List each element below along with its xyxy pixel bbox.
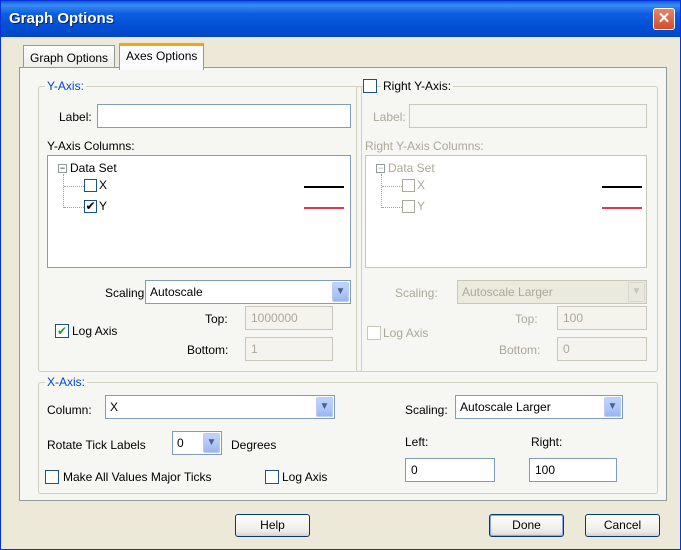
- chevron-down-icon[interactable]: ▼: [628, 282, 645, 302]
- y-axis-log-checkbox[interactable]: ✔: [55, 324, 69, 338]
- y-axis-label-caption: Label:: [59, 110, 92, 124]
- right-y-axis-scaling-caption: Scaling:: [395, 286, 438, 300]
- tree-item-y-checkbox[interactable]: [402, 200, 415, 213]
- tab-axes-options-label: Axes Options: [126, 49, 198, 63]
- tree-item-y-checkbox[interactable]: ✔: [84, 200, 97, 213]
- tree-root-data-set: Data Set: [70, 161, 117, 175]
- y-axis-top-input[interactable]: 1000000: [245, 306, 333, 330]
- y-axis-bottom-caption: Bottom:: [187, 343, 229, 357]
- tree-item-x-label: X: [99, 178, 108, 192]
- right-y-axis-label-caption: Label:: [373, 110, 406, 124]
- done-button[interactable]: Done: [489, 514, 564, 537]
- y-axis-scaling-caption: Scaling:: [105, 286, 148, 300]
- chevron-down-icon[interactable]: ▼: [332, 282, 349, 302]
- close-icon[interactable]: ✕: [653, 8, 675, 30]
- cancel-button[interactable]: Cancel: [585, 514, 660, 537]
- y-axis-scaling-value: Autoscale: [150, 285, 203, 299]
- y-axis-group-title: Y-Axis:: [45, 79, 86, 93]
- tree-item-x-checkbox[interactable]: [402, 179, 415, 192]
- x-axis-rotate-caption: Rotate Tick Labels: [47, 438, 146, 452]
- tab-graph-options[interactable]: Graph Options: [23, 45, 116, 69]
- x-axis-column-value: X: [110, 400, 119, 414]
- right-y-axis-log-checkbox[interactable]: [367, 326, 381, 340]
- right-y-axis-bottom-caption: Bottom:: [499, 343, 541, 357]
- x-axis-degrees-caption: Degrees: [231, 438, 277, 452]
- tree-connector: [381, 174, 382, 208]
- right-y-axis-bottom-input[interactable]: 0: [557, 337, 647, 361]
- right-y-axis-top-input[interactable]: 100: [557, 306, 647, 330]
- x-axis-scaling-dropdown[interactable]: Autoscale Larger ▼: [455, 395, 623, 419]
- tab-axes-options[interactable]: Axes Options: [119, 43, 205, 70]
- y-axis-label-input[interactable]: [97, 104, 351, 128]
- right-y-axis-columns-caption: Right Y-Axis Columns:: [365, 139, 484, 153]
- right-y-axis-group: Right Y-Axis: Label: Right Y-Axis Column…: [356, 79, 658, 372]
- tree-collapse-icon[interactable]: −: [58, 164, 67, 173]
- chevron-down-icon[interactable]: ▼: [203, 433, 220, 453]
- series-y-line-sample: [602, 207, 642, 209]
- series-y-line-sample: [304, 207, 344, 209]
- right-y-axis-group-title: Right Y-Axis:: [381, 79, 454, 93]
- chevron-down-icon[interactable]: ▼: [316, 397, 333, 417]
- tree-collapse-icon[interactable]: −: [376, 164, 385, 173]
- x-axis-major-ticks-label: Make All Values Major Ticks: [63, 470, 212, 484]
- y-axis-log-label: Log Axis: [72, 324, 118, 338]
- axes-options-panel: Y-Axis: Label: Y-Axis Columns: − Data Se…: [19, 67, 667, 501]
- y-axis-scaling-dropdown[interactable]: Autoscale ▼: [145, 280, 351, 304]
- x-axis-scaling-value: Autoscale Larger: [460, 400, 551, 414]
- tree-connector: [63, 174, 64, 208]
- right-y-axis-top-caption: Top:: [515, 312, 538, 326]
- right-y-axis-log-label: Log Axis: [383, 326, 429, 340]
- tree-connector: [64, 207, 84, 208]
- tree-item-y-label: Y: [417, 199, 426, 213]
- series-x-line-sample: [602, 186, 642, 188]
- chevron-down-icon[interactable]: ▼: [604, 397, 621, 417]
- x-axis-left-caption: Left:: [405, 435, 429, 449]
- x-axis-log-label: Log Axis: [282, 470, 328, 484]
- right-y-axis-scaling-value: Autoscale Larger: [462, 285, 553, 299]
- x-axis-column-caption: Column:: [47, 403, 92, 417]
- tree-connector: [64, 186, 84, 187]
- right-y-axis-scaling-dropdown[interactable]: Autoscale Larger ▼: [457, 280, 647, 304]
- window-title: Graph Options: [9, 10, 114, 27]
- x-axis-log-checkbox[interactable]: [265, 470, 279, 484]
- y-axis-columns-caption: Y-Axis Columns:: [47, 139, 135, 153]
- help-button[interactable]: Help: [235, 514, 310, 537]
- right-y-axis-label-input[interactable]: [409, 104, 647, 128]
- tab-graph-options-label: Graph Options: [30, 51, 109, 65]
- y-axis-top-caption: Top:: [205, 312, 228, 326]
- right-y-axis-columns-tree[interactable]: − Data Set X Y: [365, 155, 647, 268]
- x-axis-group-title: X-Axis:: [45, 375, 88, 389]
- series-x-line-sample: [304, 186, 344, 188]
- tree-root-data-set: Data Set: [388, 161, 435, 175]
- x-axis-right-caption: Right:: [531, 435, 563, 449]
- y-axis-group: Y-Axis: Label: Y-Axis Columns: − Data Se…: [38, 79, 362, 372]
- tree-item-y-label: Y: [99, 199, 108, 213]
- x-axis-right-input[interactable]: 100: [529, 458, 617, 482]
- y-axis-columns-tree[interactable]: − Data Set X ✔ Y: [47, 155, 351, 268]
- right-y-axis-enable-checkbox[interactable]: [363, 79, 377, 93]
- tree-item-x-label: X: [417, 178, 426, 192]
- x-axis-major-ticks-checkbox[interactable]: [45, 470, 59, 484]
- x-axis-rotate-dropdown[interactable]: 0 ▼: [172, 431, 222, 455]
- x-axis-scaling-caption: Scaling:: [405, 403, 448, 417]
- x-axis-rotate-value: 0: [177, 436, 184, 450]
- y-axis-bottom-input[interactable]: 1: [245, 337, 333, 361]
- x-axis-left-input[interactable]: 0: [405, 458, 495, 482]
- tree-connector: [382, 207, 402, 208]
- title-bar[interactable]: Graph Options ✕: [1, 1, 680, 37]
- tree-item-x-checkbox[interactable]: [84, 179, 97, 192]
- x-axis-column-dropdown[interactable]: X ▼: [105, 395, 335, 419]
- graph-options-dialog: Graph Options ✕ Graph Options Axes Optio…: [0, 0, 681, 550]
- x-axis-group: X-Axis: Column: X ▼ Rotate Tick Labels 0…: [38, 375, 658, 494]
- tree-connector: [382, 186, 402, 187]
